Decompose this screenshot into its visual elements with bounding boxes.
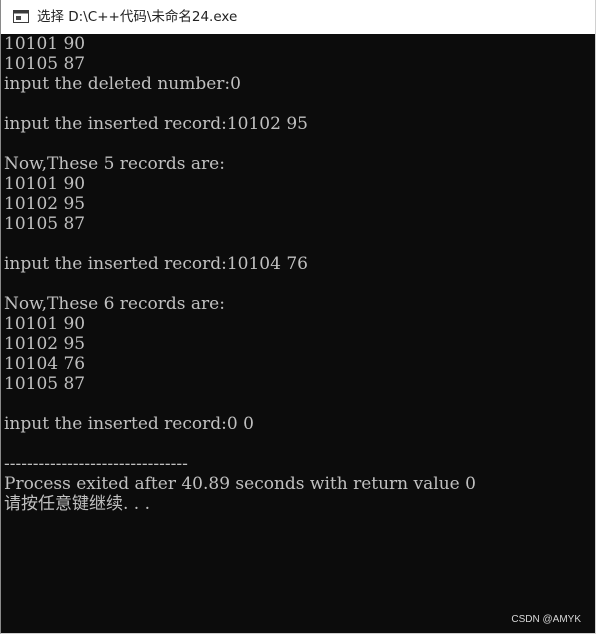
console-line: 10105 87: [4, 214, 86, 234]
console-line: input the deleted number:0: [4, 74, 241, 94]
console-line: 10101 90: [4, 314, 86, 334]
console-line: input the inserted record:10104 76: [4, 254, 308, 274]
watermark: CSDN @AMYK: [511, 614, 581, 625]
console-line: 请按任意键继续. . .: [4, 494, 151, 514]
console-line: Now,These 6 records are:: [4, 294, 225, 314]
console-line: 10102 95: [4, 194, 86, 214]
console-line: Now,These 5 records are:: [4, 154, 225, 174]
console-line: --------------------------------: [4, 454, 188, 474]
window-title: 选择 D:\C++代码\未命名24.exe: [37, 9, 238, 25]
console-line: 10105 87: [4, 374, 86, 394]
console-output[interactable]: 10101 90 10105 87 input the deleted number…: [1, 34, 595, 633]
console-window: 选择 D:\C++代码\未命名24.exe 10101 90 10105 87 in…: [0, 0, 596, 634]
console-line: 10101 90: [4, 34, 86, 54]
console-window-icon: [13, 10, 29, 23]
console-line: input the inserted record:10102 95: [4, 114, 308, 134]
console-line: 10105 87: [4, 54, 86, 74]
console-line: 10102 95: [4, 334, 86, 354]
console-line: input the inserted record:0 0: [4, 414, 254, 434]
console-line: 10101 90: [4, 174, 86, 194]
console-line: 10104 76: [4, 354, 86, 374]
console-line: Process exited after 40.89 seconds with …: [4, 474, 476, 494]
title-bar[interactable]: 选择 D:\C++代码\未命名24.exe: [1, 0, 595, 34]
